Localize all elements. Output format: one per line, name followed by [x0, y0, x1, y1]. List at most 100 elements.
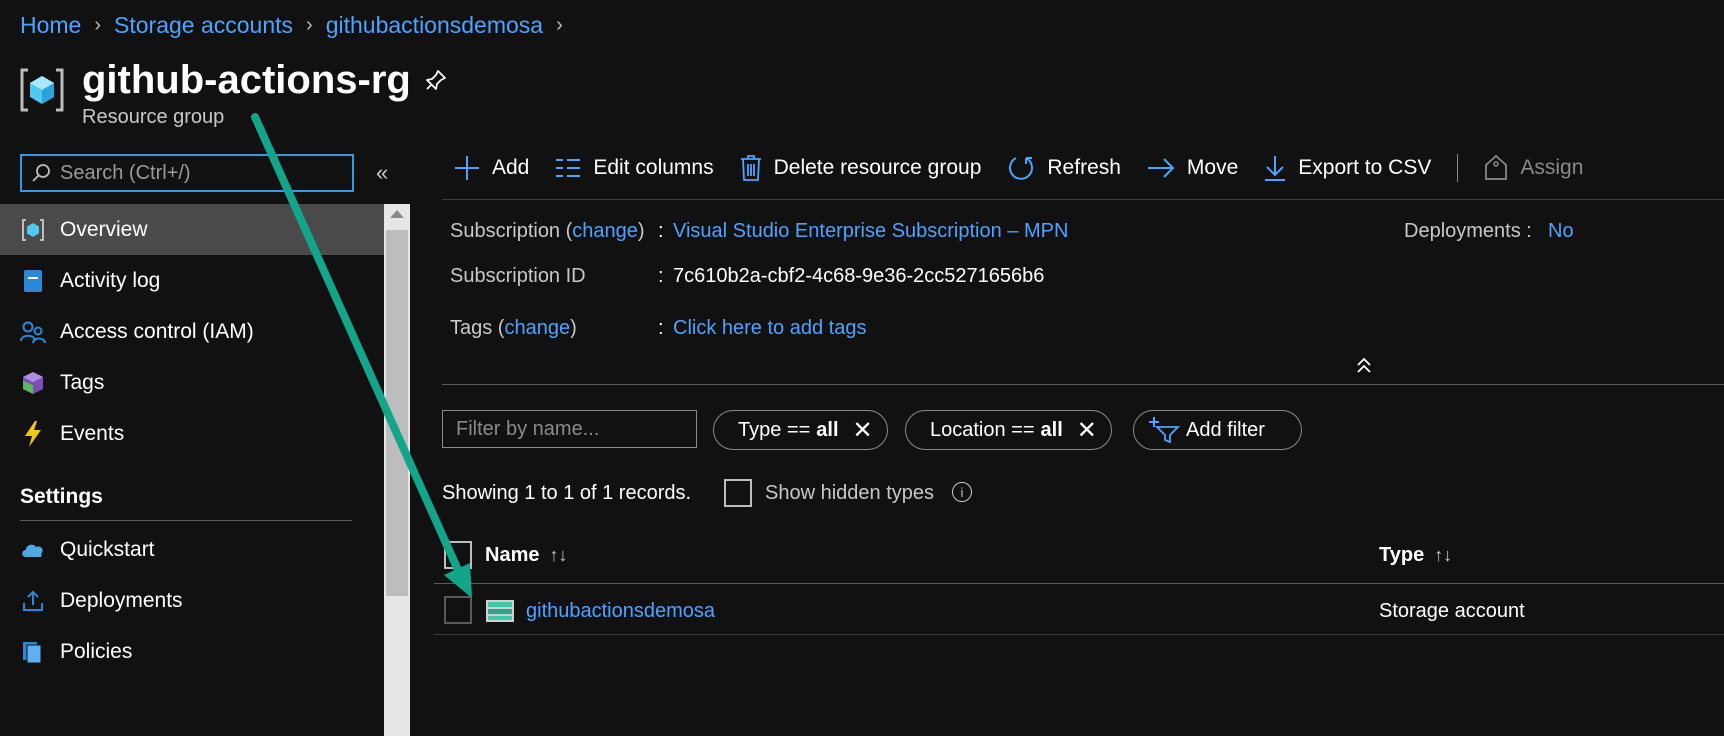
assign-tags-button[interactable]: Assign [1484, 155, 1583, 181]
edit-columns-label: Edit columns [593, 156, 714, 179]
refresh-label: Refresh [1047, 156, 1121, 179]
subscription-id-label: Subscription ID [450, 265, 586, 287]
table-header-divider [434, 583, 1724, 584]
sidebar-item-tags[interactable]: Tags [0, 357, 384, 408]
close-icon[interactable]: ✕ [1077, 416, 1097, 445]
download-icon [1265, 156, 1286, 181]
show-hidden-types-label: Show hidden types [765, 482, 935, 504]
row-checkbox[interactable] [444, 596, 472, 624]
sidebar-item-label: Activity log [60, 268, 161, 292]
sort-icon: ↑↓ [549, 545, 568, 565]
breadcrumb-storage-account[interactable]: githubactionsdemosa [326, 12, 543, 39]
sort-icon: ↑↓ [1434, 545, 1453, 565]
breadcrumb-home[interactable]: Home [20, 12, 81, 39]
sidebar-item-deployments[interactable]: Deployments [0, 575, 384, 626]
scrollbar-thumb[interactable] [386, 230, 408, 596]
people-icon [20, 319, 46, 345]
add-button[interactable]: Add [454, 155, 529, 181]
filter-by-name-input[interactable]: Filter by name... [442, 410, 697, 448]
colon: : [658, 265, 664, 287]
resource-group-icon [20, 66, 64, 119]
subscription-value[interactable]: Visual Studio Enterprise Subscription – … [673, 220, 1068, 243]
change-subscription-link[interactable]: change [572, 220, 638, 242]
delete-label: Delete resource group [773, 156, 982, 179]
page-subtitle: Resource group [82, 106, 225, 128]
toolbar-divider-line [442, 199, 1724, 200]
select-all-checkbox[interactable] [444, 541, 472, 569]
chevron-right-icon: › [556, 14, 563, 36]
section-divider [20, 520, 352, 521]
add-tags-link[interactable]: Click here to add tags [673, 317, 866, 340]
info-icon[interactable]: i [952, 482, 972, 502]
collapse-sidebar-icon[interactable]: « [376, 160, 388, 186]
show-hidden-types-checkbox[interactable] [724, 479, 752, 507]
assign-label: Assign [1520, 156, 1584, 179]
command-bar: Add Edit columns Delete resource group R… [454, 154, 1609, 182]
sidebar-item-label: Quickstart [60, 537, 155, 561]
sidebar-item-activity-log[interactable]: Activity log [0, 255, 384, 306]
type-filter-pill[interactable]: Type == all ✕ [713, 410, 888, 450]
page-title: github-actions-rg [82, 58, 411, 102]
storage-account-icon [486, 600, 514, 627]
refresh-icon [1009, 157, 1034, 180]
records-count: Showing 1 to 1 of 1 records. [442, 482, 692, 504]
resource-name-link[interactable]: githubactionsdemosa [526, 600, 715, 623]
move-button[interactable]: Move [1147, 156, 1238, 180]
colon: : [658, 317, 664, 339]
location-filter-pill[interactable]: Location == all ✕ [905, 410, 1112, 450]
deployments-value[interactable]: No [1548, 220, 1724, 243]
breadcrumb-storage-accounts[interactable]: Storage accounts [114, 12, 293, 39]
resource-group-icon [20, 217, 46, 243]
resource-type: Storage account [1379, 600, 1525, 622]
columns-icon [556, 159, 581, 177]
export-csv-button[interactable]: Export to CSV [1264, 155, 1431, 181]
tag-outline-icon [1485, 155, 1508, 180]
sidebar-item-label: Events [60, 421, 125, 445]
tag-icon [20, 370, 46, 396]
sidebar-item-access-control[interactable]: Access control (IAM) [0, 306, 384, 357]
sidebar-item-label: Overview [60, 217, 148, 241]
sidebar-item-label: Policies [60, 639, 133, 663]
sidebar-item-label: Tags [60, 370, 105, 394]
edit-columns-button[interactable]: Edit columns [555, 156, 714, 180]
sidebar-item-overview[interactable]: Overview [0, 204, 384, 255]
search-placeholder: Search (Ctrl+/) [60, 161, 191, 184]
policy-icon [20, 639, 46, 665]
lightning-icon [20, 420, 46, 447]
move-label: Move [1186, 156, 1239, 179]
chevron-right-icon: › [306, 14, 313, 36]
subscription-label: Subscription (change) [450, 220, 645, 242]
add-filter-button[interactable]: Add filter [1133, 410, 1302, 450]
deployments-label: Deployments : [1404, 220, 1532, 242]
collapse-essentials-icon[interactable] [1356, 356, 1372, 379]
cloud-icon [20, 537, 46, 563]
column-header-name[interactable]: Name ↑↓ [485, 544, 567, 567]
sidebar-item-label: Deployments [60, 588, 183, 612]
plus-icon [455, 156, 479, 180]
refresh-button[interactable]: Refresh [1007, 154, 1121, 182]
change-tags-link[interactable]: change [504, 317, 570, 339]
colon: : [658, 220, 664, 242]
scroll-up-icon[interactable] [390, 210, 404, 218]
close-icon[interactable]: ✕ [853, 416, 873, 445]
sidebar-item-events[interactable]: Events [0, 408, 384, 459]
settings-section-title: Settings [20, 485, 103, 508]
subscription-id-value: 7c610b2a-cbf2-4c68-9e36-2cc5271656b6 [673, 265, 1045, 287]
sidebar-item-quickstart[interactable]: Quickstart [0, 524, 384, 575]
sidebar-item-label: Access control (IAM) [60, 319, 254, 343]
arrow-right-icon [1147, 158, 1175, 178]
toolbar-divider [1457, 154, 1459, 182]
add-filter-icon [1149, 417, 1180, 444]
delete-resource-group-button[interactable]: Delete resource group [740, 155, 982, 181]
trash-icon [740, 155, 761, 181]
essentials-divider [442, 384, 1724, 385]
pin-icon[interactable] [424, 68, 448, 97]
tags-label: Tags (change) [450, 317, 577, 339]
breadcrumb: Home › Storage accounts › githubactionsd… [20, 12, 576, 39]
table-row-divider [434, 634, 1724, 635]
export-label: Export to CSV [1298, 156, 1432, 179]
sidebar-item-policies[interactable]: Policies [0, 626, 384, 677]
activity-log-icon [20, 268, 46, 294]
sidebar-search-input[interactable]: Search (Ctrl+/) [20, 154, 354, 192]
column-header-type[interactable]: Type ↑↓ [1379, 544, 1452, 567]
